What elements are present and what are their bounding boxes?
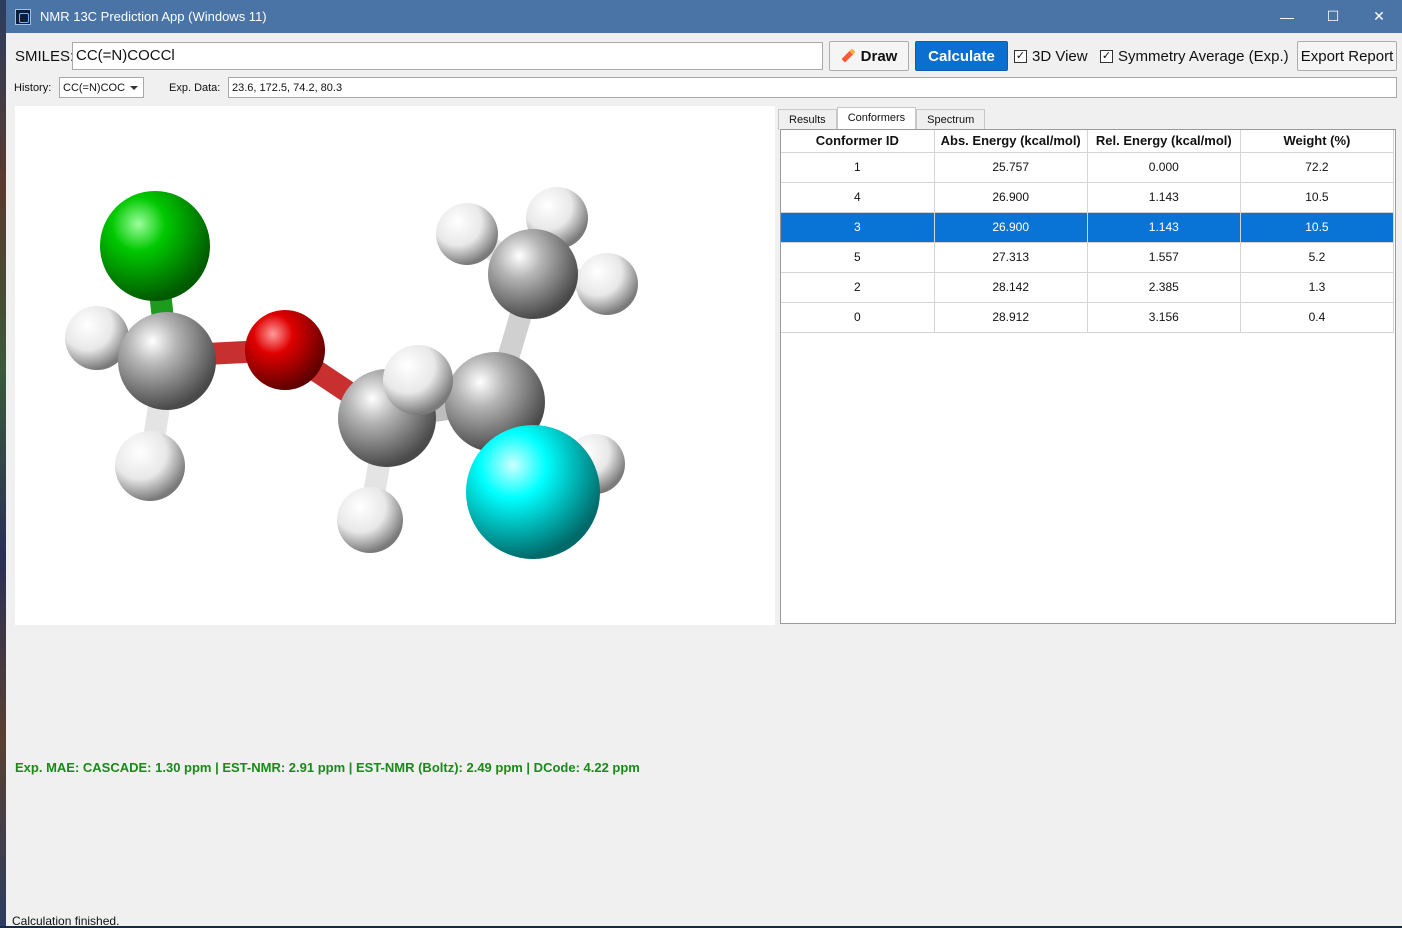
- table-cell: 5: [781, 242, 935, 273]
- table-cell: 1.143: [1087, 182, 1241, 213]
- minimize-button[interactable]: —: [1264, 0, 1310, 33]
- chevron-down-icon: [130, 86, 138, 90]
- table-cell: 3: [781, 212, 935, 243]
- table-row[interactable]: 0 28.912 3.156 0.4: [781, 302, 1395, 333]
- checkbox-checked-icon: ✓: [1014, 50, 1027, 63]
- table-cell: 0.4: [1240, 302, 1395, 333]
- table-cell: 26.900: [934, 182, 1088, 213]
- toolbar: SMILES: CC(=N)COCCl Draw Calculate ✓ 3D …: [6, 41, 1402, 71]
- atom-nitrogen: [466, 425, 600, 559]
- history-label: History:: [14, 82, 52, 94]
- table-row[interactable]: 5 27.313 1.557 5.2: [781, 242, 1395, 273]
- title-bar: NMR 13C Prediction App (Windows 11) — ☐ …: [6, 0, 1402, 33]
- atom-hydrogen: [436, 203, 498, 265]
- atom-carbon: [488, 229, 578, 319]
- maximize-button[interactable]: ☐: [1310, 0, 1356, 33]
- table-row[interactable]: 4 26.900 1.143 10.5: [781, 182, 1395, 213]
- table-cell: 5.2: [1240, 242, 1395, 273]
- checkbox-checked-icon: ✓: [1100, 50, 1113, 63]
- table-cell: 25.757: [934, 152, 1088, 183]
- 3d-view-label: 3D View: [1032, 48, 1088, 65]
- table-cell: 26.900: [934, 212, 1088, 243]
- column-header[interactable]: Weight (%): [1240, 130, 1395, 153]
- atom-hydrogen: [383, 345, 453, 415]
- smiles-input[interactable]: CC(=N)COCCl: [72, 42, 823, 70]
- symmetry-average-checkbox[interactable]: ✓ Symmetry Average (Exp.): [1100, 48, 1289, 65]
- window-title: NMR 13C Prediction App (Windows 11): [40, 9, 267, 24]
- result-tabs: Results Conformers Spectrum: [778, 107, 986, 131]
- table-cell: 72.2: [1240, 152, 1395, 183]
- table-cell: 1.557: [1087, 242, 1241, 273]
- table-row[interactable]: 2 28.142 2.385 1.3: [781, 272, 1395, 303]
- tab-spectrum[interactable]: Spectrum: [916, 109, 986, 130]
- close-button[interactable]: ✕: [1356, 0, 1402, 33]
- 3d-view-checkbox[interactable]: ✓ 3D View: [1014, 48, 1088, 65]
- history-dropdown[interactable]: CC(=N)COC: [59, 77, 144, 98]
- app-window: NMR 13C Prediction App (Windows 11) — ☐ …: [6, 0, 1402, 928]
- symmetry-average-label: Symmetry Average (Exp.): [1118, 48, 1289, 65]
- table-cell: 3.156: [1087, 302, 1241, 333]
- column-header[interactable]: Conformer ID: [781, 130, 935, 153]
- smiles-label: SMILES:: [15, 48, 75, 65]
- table-cell: 1.3: [1240, 272, 1395, 303]
- atom-chlorine: [100, 191, 210, 301]
- export-report-button[interactable]: Export Report: [1297, 41, 1397, 71]
- table-cell: 1: [781, 152, 935, 183]
- history-exp-row: History: CC(=N)COC Exp. Data: 23.6, 172.…: [6, 77, 1402, 99]
- table-cell: 10.5: [1240, 182, 1395, 213]
- conformers-table: Conformer ID Abs. Energy (kcal/mol) Rel.…: [781, 130, 1395, 333]
- table-cell: 2.385: [1087, 272, 1241, 303]
- atom-hydrogen: [337, 487, 403, 553]
- mae-summary: Exp. MAE: CASCADE: 1.30 ppm | EST-NMR: 2…: [15, 760, 640, 775]
- atom-carbon: [118, 312, 216, 410]
- draw-button-label: Draw: [860, 47, 898, 65]
- table-cell: 27.313: [934, 242, 1088, 273]
- table-cell: 10.5: [1240, 212, 1395, 243]
- calculate-button[interactable]: Calculate: [915, 41, 1008, 71]
- exp-data-label: Exp. Data:: [169, 82, 221, 94]
- draw-button[interactable]: Draw: [829, 41, 909, 71]
- table-row[interactable]: 1 25.757 0.000 72.2: [781, 152, 1395, 183]
- atom-hydrogen: [115, 431, 185, 501]
- 3d-molecule-viewer[interactable]: [15, 106, 775, 625]
- table-cell: 1.143: [1087, 212, 1241, 243]
- column-header[interactable]: Rel. Energy (kcal/mol): [1087, 130, 1241, 153]
- table-cell: 4: [781, 182, 935, 213]
- table-cell: 0: [781, 302, 935, 333]
- table-row-selected[interactable]: 3 26.900 1.143 10.5: [781, 212, 1395, 243]
- pencil-icon: [841, 49, 855, 63]
- table-cell: 2: [781, 272, 935, 303]
- table-cell: 28.912: [934, 302, 1088, 333]
- atom-oxygen: [245, 310, 325, 390]
- molecule-render: [65, 187, 638, 559]
- tab-conformers[interactable]: Conformers: [836, 107, 917, 131]
- history-selected-value: CC(=N)COC: [63, 82, 126, 94]
- exp-data-input[interactable]: 23.6, 172.5, 74.2, 80.3: [228, 77, 1397, 98]
- app-icon: [15, 8, 31, 25]
- table-cell: 28.142: [934, 272, 1088, 303]
- column-header[interactable]: Abs. Energy (kcal/mol): [934, 130, 1088, 153]
- conformers-table-panel: Conformer ID Abs. Energy (kcal/mol) Rel.…: [780, 129, 1396, 624]
- atom-hydrogen: [576, 253, 638, 315]
- tab-results[interactable]: Results: [778, 109, 837, 130]
- table-cell: 0.000: [1087, 152, 1241, 183]
